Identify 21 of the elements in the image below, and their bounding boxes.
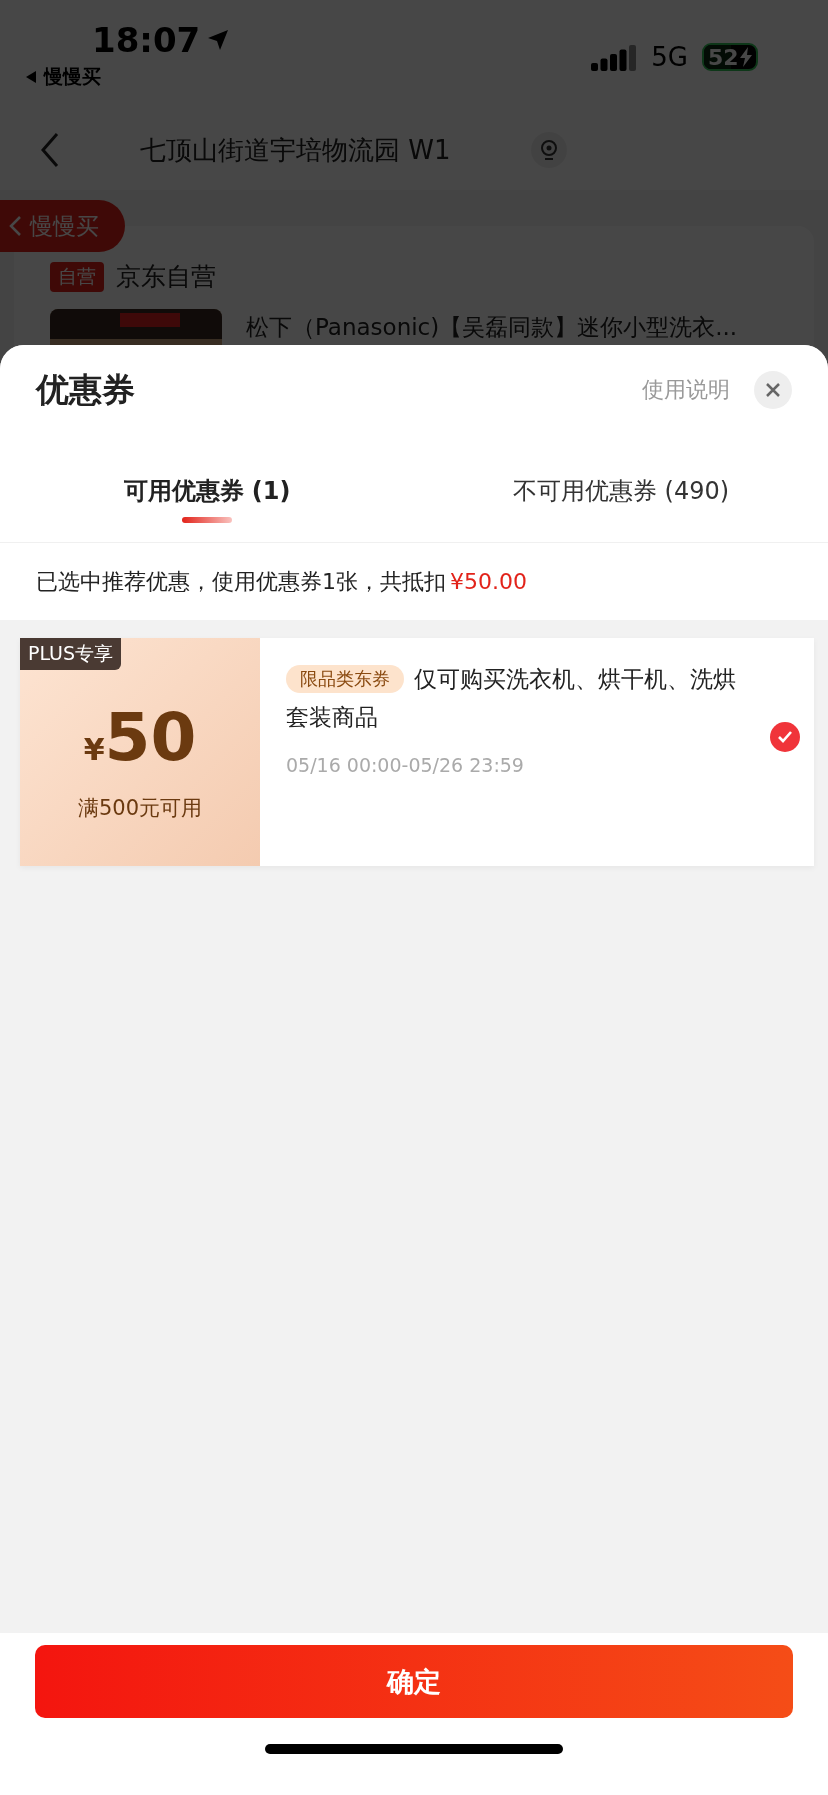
coupon-tab[interactable]: 不可用优惠券 (490) [414,475,828,542]
usage-help-link[interactable]: 使用说明 [642,375,730,405]
coupon-description: 限品类东券 仅可购买洗衣机、烘干机、洗烘套装商品 [286,664,737,732]
discount-summary: 已选中推荐优惠，使用优惠券1张，共抵扣 ¥50.00 [0,543,828,620]
shop-name: 京东自营 [116,261,216,293]
validity-period: 05/16 00:00-05/26 23:59 [286,754,525,776]
product-title: 松下（Panasonic)【吴磊同款】迷你小型洗衣... [246,313,738,341]
close-button[interactable] [754,371,792,409]
plus-badge: PLUS专享 [20,638,122,670]
address-title: 七顶山街道宇培物流园 W1 [140,133,451,167]
network-label: 5G [651,42,688,72]
confirm-button[interactable]: 确定 [35,1645,793,1718]
sheet-title: 优惠券 [36,368,136,411]
close-icon [765,382,781,398]
usage-condition: 满500元可用 [77,794,203,822]
currency-sign: ¥ [83,731,105,767]
selected-checkbox[interactable] [770,722,800,752]
checkmark-icon [777,730,793,744]
coupon-tab[interactable]: 可用优惠券 (1) [0,475,414,542]
coupon-amount: 50 [104,698,197,776]
coupon-card[interactable]: PLUS专享 ¥50 满500元可用 限品类东券 仅可购买洗衣机、烘干机、洗烘套装商品 05/16 00:00-05/26 23:59 [20,638,814,866]
